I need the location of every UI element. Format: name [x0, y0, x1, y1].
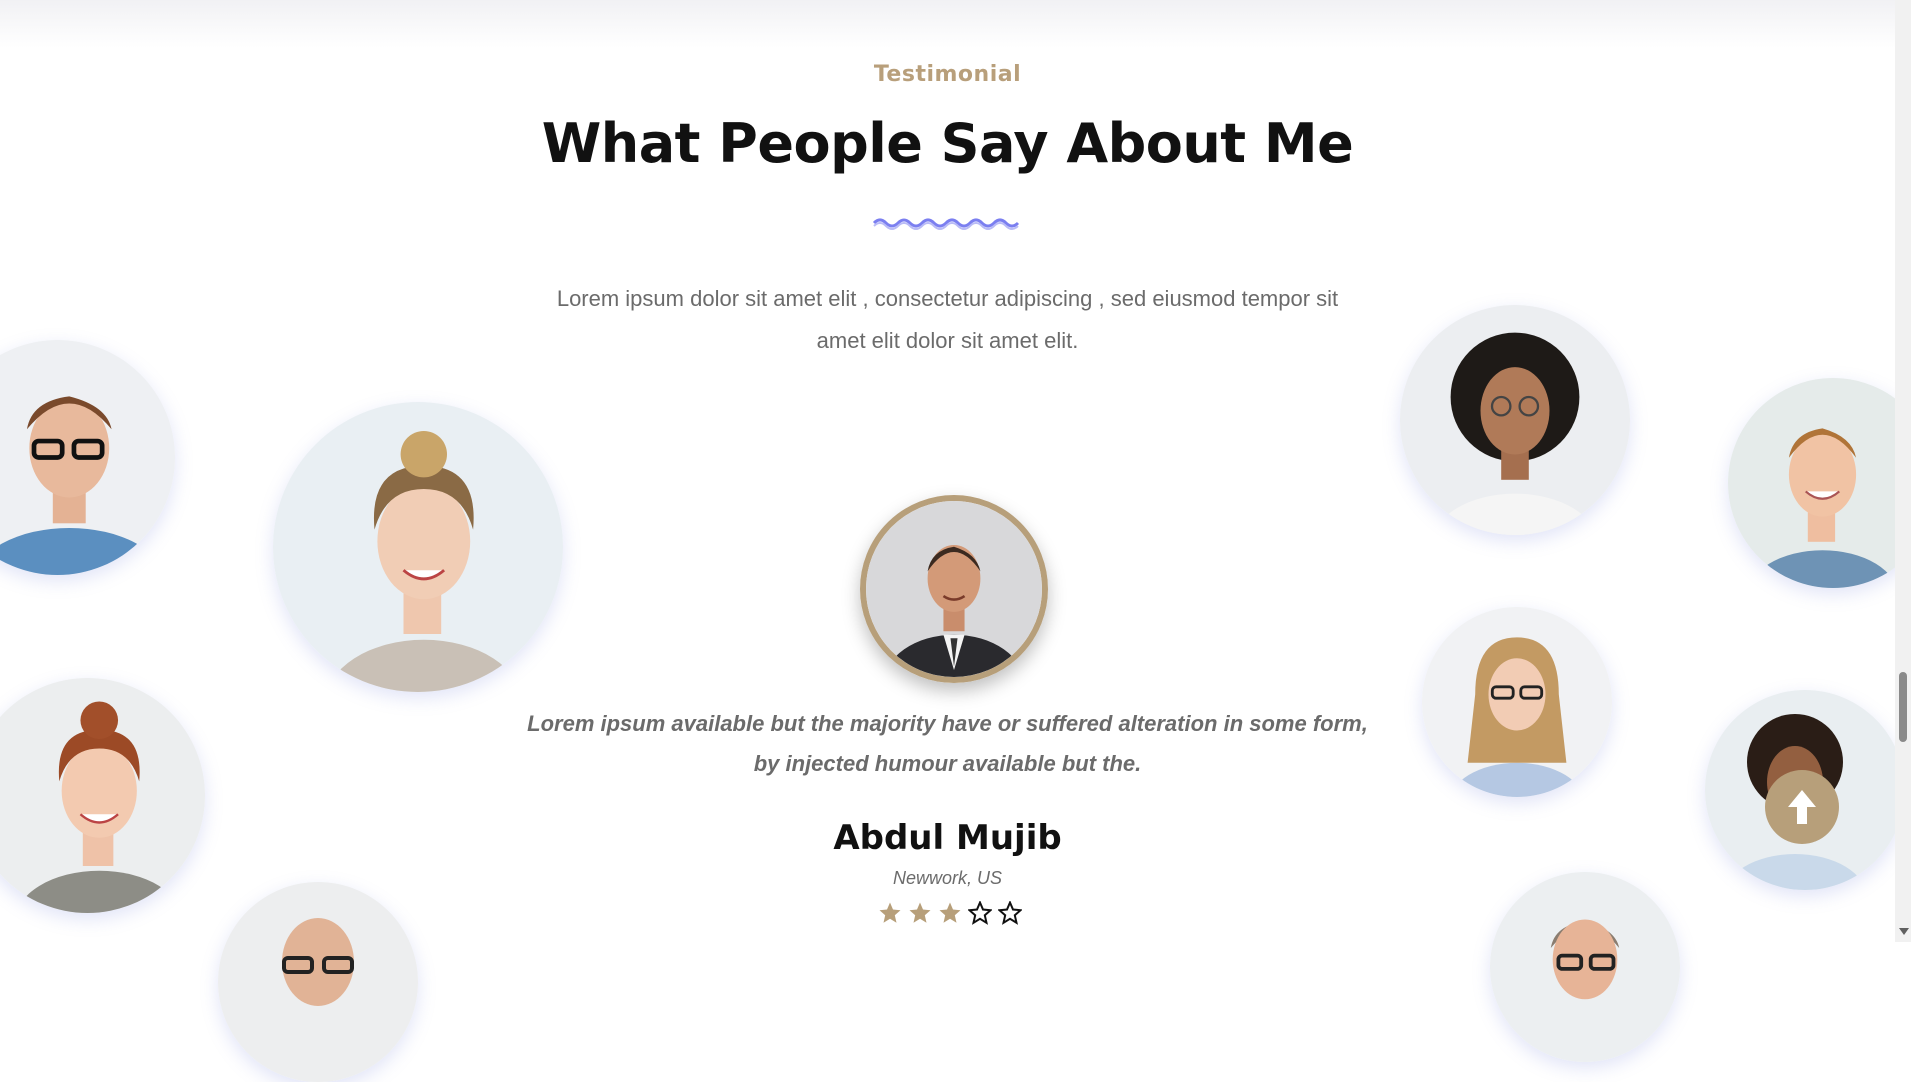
testimonial-avatar: [860, 495, 1048, 683]
star-filled-icon: [879, 902, 901, 923]
avatar-man-ginger: [1728, 378, 1911, 588]
star-outline-icon: [968, 901, 992, 925]
star-filled-icon: [939, 902, 961, 923]
scroll-down-arrow-icon[interactable]: [1899, 928, 1909, 935]
avatar-woman-blonde: [1422, 607, 1612, 797]
page-scrollbar[interactable]: [1895, 0, 1911, 942]
star-filled-icon: [909, 902, 931, 923]
testimonial-name: Abdul Mujib: [833, 818, 1062, 858]
avatar-woman-curly: [1400, 305, 1630, 535]
avatar-man-glasses: [0, 340, 175, 575]
avatar-man-older: [1490, 872, 1680, 1062]
section-intro: Lorem ipsum dolor sit amet elit , consec…: [556, 286, 1339, 353]
testimonial-section: Testimonial What People Say About Me Lor…: [0, 0, 1911, 1082]
section-title: What People Say About Me: [541, 112, 1354, 175]
wave-divider-icon: [872, 218, 1020, 230]
rating-stars: [878, 901, 1022, 925]
avatar-woman-bun: [273, 402, 563, 692]
scroll-to-top-button[interactable]: [1765, 770, 1839, 844]
scrollbar-thumb[interactable]: [1899, 672, 1907, 742]
section-eyebrow: Testimonial: [873, 62, 1022, 87]
arrow-up-icon: [1788, 790, 1816, 824]
testimonial-quote: Lorem ipsum available but the majority h…: [527, 711, 1368, 776]
avatar-man-bald: [218, 882, 418, 1082]
testimonial-location: Newwork, US: [892, 868, 1003, 888]
star-outline-icon: [998, 901, 1022, 925]
